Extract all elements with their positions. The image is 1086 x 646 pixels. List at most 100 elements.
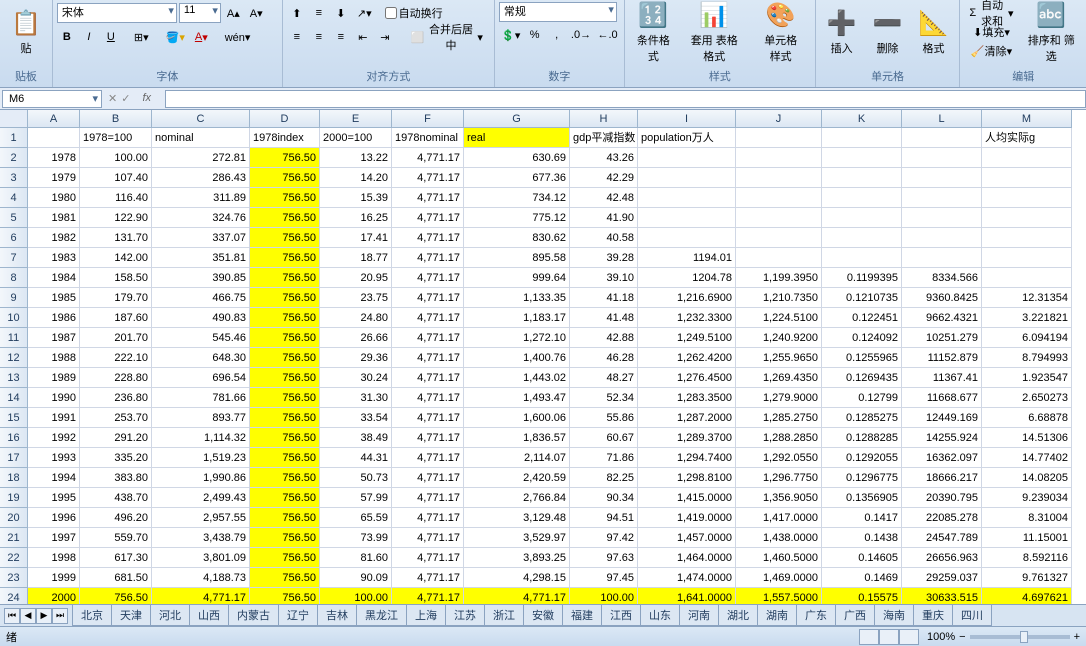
cell[interactable] (982, 188, 1072, 208)
cell[interactable]: 3,529.97 (464, 528, 570, 548)
number-format-select[interactable]: 常规 (499, 2, 617, 22)
cell[interactable]: 756.50 (250, 208, 320, 228)
zoom-slider[interactable] (970, 635, 1070, 639)
row-header[interactable]: 16 (0, 428, 28, 448)
cell[interactable]: 1204.78 (638, 268, 736, 288)
cell[interactable]: 82.25 (570, 468, 638, 488)
cell[interactable]: 630.69 (464, 148, 570, 168)
cell[interactable]: 14255.924 (902, 428, 982, 448)
cell[interactable]: 107.40 (80, 168, 152, 188)
sheet-tab[interactable]: 河北 (150, 605, 190, 626)
cell[interactable]: 830.62 (464, 228, 570, 248)
page-layout-view-button[interactable] (879, 629, 899, 645)
cell[interactable]: 0.1210735 (822, 288, 902, 308)
cell[interactable]: 893.77 (152, 408, 250, 428)
cell[interactable]: 335.20 (80, 448, 152, 468)
cell[interactable]: 18666.217 (902, 468, 982, 488)
cell[interactable] (982, 208, 1072, 228)
sheet-tab[interactable]: 山东 (640, 605, 680, 626)
cell[interactable] (902, 228, 982, 248)
formula-input[interactable] (165, 90, 1086, 108)
cell[interactable]: 23.75 (320, 288, 392, 308)
cell[interactable] (822, 228, 902, 248)
cell[interactable]: 0.1288285 (822, 428, 902, 448)
cell[interactable]: 1,294.7400 (638, 448, 736, 468)
cell[interactable]: 4,771.17 (392, 588, 464, 604)
cell[interactable]: 81.60 (320, 548, 392, 568)
cell[interactable]: 1,519.23 (152, 448, 250, 468)
sheet-tab[interactable]: 江西 (601, 605, 641, 626)
cell[interactable]: 1,224.5100 (736, 308, 822, 328)
row-header[interactable]: 14 (0, 388, 28, 408)
sheet-tab[interactable]: 重庆 (913, 605, 953, 626)
cell[interactable]: 4,771.17 (392, 348, 464, 368)
cell[interactable] (902, 128, 982, 148)
decrease-font-button[interactable]: A▾ (246, 2, 267, 24)
row-header[interactable]: 23 (0, 568, 28, 588)
cell[interactable]: 11.15001 (982, 528, 1072, 548)
cell[interactable]: 187.60 (80, 308, 152, 328)
cell[interactable]: 1,296.7750 (736, 468, 822, 488)
sheet-tab[interactable]: 湖南 (757, 605, 797, 626)
cell[interactable]: 人均实际g (982, 128, 1072, 148)
cell[interactable]: 100.00 (320, 588, 392, 604)
cell-style-button[interactable]: 🎨单元格 样式 (751, 2, 811, 62)
cell[interactable]: 1997 (28, 528, 80, 548)
cell[interactable]: 756.50 (250, 168, 320, 188)
cell[interactable]: 1,285.2750 (736, 408, 822, 428)
cell[interactable]: 33.54 (320, 408, 392, 428)
row-header[interactable]: 15 (0, 408, 28, 428)
cell[interactable]: 1990 (28, 388, 80, 408)
row-header[interactable]: 8 (0, 268, 28, 288)
row-header[interactable]: 17 (0, 448, 28, 468)
column-header[interactable]: F (392, 110, 464, 128)
cell[interactable]: 41.90 (570, 208, 638, 228)
cell[interactable]: 2000=100 (320, 128, 392, 148)
cell[interactable]: 1985 (28, 288, 80, 308)
align-left-button[interactable]: ≡ (287, 26, 307, 48)
cell[interactable]: 1,276.4500 (638, 368, 736, 388)
cell[interactable]: 1,199.3950 (736, 268, 822, 288)
cell[interactable]: 1987 (28, 328, 80, 348)
cell[interactable]: 1,400.76 (464, 348, 570, 368)
cell[interactable]: 26656.963 (902, 548, 982, 568)
cell[interactable]: 17.41 (320, 228, 392, 248)
cell[interactable]: 24.80 (320, 308, 392, 328)
cell[interactable]: 681.50 (80, 568, 152, 588)
cell[interactable]: 12449.169 (902, 408, 982, 428)
row-header[interactable]: 4 (0, 188, 28, 208)
cell[interactable]: 1,641.0000 (638, 588, 736, 604)
cell[interactable]: 116.40 (80, 188, 152, 208)
cell[interactable]: 90.34 (570, 488, 638, 508)
cell[interactable]: 4,771.17 (392, 168, 464, 188)
cell[interactable]: 29.36 (320, 348, 392, 368)
cell[interactable]: 100.00 (80, 148, 152, 168)
cell[interactable]: 30.24 (320, 368, 392, 388)
cell[interactable]: 11668.677 (902, 388, 982, 408)
cell[interactable]: 1,438.0000 (736, 528, 822, 548)
cell[interactable] (736, 168, 822, 188)
cell[interactable]: 1,469.0000 (736, 568, 822, 588)
cell[interactable]: 383.80 (80, 468, 152, 488)
cell[interactable]: 677.36 (464, 168, 570, 188)
cell[interactable]: 11367.41 (902, 368, 982, 388)
cell[interactable]: 97.42 (570, 528, 638, 548)
cell[interactable]: 1978index (250, 128, 320, 148)
cell[interactable]: 44.31 (320, 448, 392, 468)
cell[interactable]: gdp平减指数 (570, 128, 638, 148)
cell[interactable]: nominal (152, 128, 250, 148)
cell[interactable]: 1994 (28, 468, 80, 488)
column-header[interactable]: D (250, 110, 320, 128)
column-header[interactable]: B (80, 110, 152, 128)
sheet-tab[interactable]: 福建 (562, 605, 602, 626)
cell[interactable]: 0.1255965 (822, 348, 902, 368)
cell[interactable]: 1,474.0000 (638, 568, 736, 588)
cell[interactable]: 0.122451 (822, 308, 902, 328)
cell[interactable]: 0.124092 (822, 328, 902, 348)
fx-icon[interactable]: fx (134, 92, 159, 105)
prev-sheet-button[interactable]: ◀ (20, 608, 36, 624)
cell[interactable]: 8.794993 (982, 348, 1072, 368)
cell[interactable] (822, 128, 902, 148)
cell[interactable]: 0.1417 (822, 508, 902, 528)
cell[interactable] (736, 148, 822, 168)
